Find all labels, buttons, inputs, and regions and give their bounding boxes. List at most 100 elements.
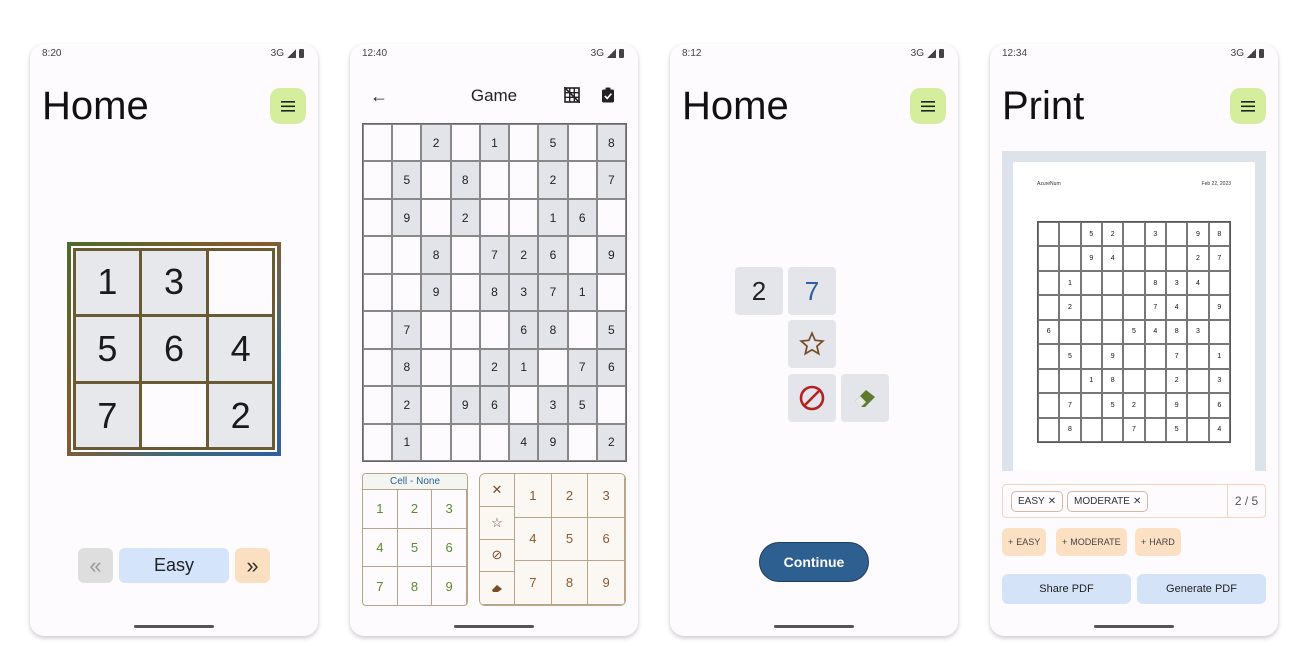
previous-difficulty-button[interactable]: « — [78, 548, 113, 583]
sudoku-cell[interactable] — [509, 386, 539, 424]
sudoku-cell[interactable]: 6 — [538, 236, 568, 274]
sudoku-cell[interactable]: 3 — [509, 273, 539, 312]
note-number-button[interactable]: 5 — [397, 528, 433, 568]
sudoku-cell[interactable] — [509, 124, 539, 162]
note-number-button[interactable]: 9 — [432, 567, 467, 605]
sudoku-cell[interactable] — [363, 198, 393, 237]
mini-grid-cell[interactable] — [205, 247, 276, 318]
sudoku-cell[interactable]: 7 — [567, 348, 597, 387]
mini-grid-cell[interactable]: 5 — [72, 314, 143, 384]
sudoku-cell[interactable] — [392, 273, 422, 312]
sudoku-cell[interactable]: 9 — [538, 423, 568, 461]
sudoku-cell[interactable]: 8 — [421, 236, 451, 274]
sudoku-cell[interactable]: 2 — [479, 348, 510, 387]
note-number-button[interactable]: 3 — [432, 490, 467, 529]
number-button[interactable]: 9 — [588, 561, 625, 605]
sudoku-cell[interactable] — [567, 423, 597, 461]
sudoku-cell[interactable] — [363, 386, 393, 424]
sudoku-cell[interactable] — [509, 198, 539, 237]
difficulty-label[interactable]: Easy — [119, 548, 229, 583]
sudoku-cell[interactable] — [421, 161, 451, 199]
sudoku-cell[interactable] — [421, 423, 451, 461]
number-button[interactable]: 3 — [588, 474, 625, 518]
sudoku-cell[interactable] — [567, 124, 597, 162]
sudoku-cell[interactable] — [567, 161, 597, 199]
note-number-button[interactable]: 1 — [363, 490, 398, 529]
mini-grid-cell[interactable]: 1 — [72, 247, 143, 318]
sudoku-cell[interactable] — [596, 273, 626, 312]
sudoku-cell[interactable]: 8 — [596, 124, 626, 162]
sudoku-cell[interactable] — [363, 273, 393, 312]
sudoku-cell[interactable] — [363, 348, 393, 387]
note-number-button[interactable]: 6 — [432, 528, 467, 568]
sudoku-cell[interactable] — [392, 124, 422, 162]
sudoku-cell[interactable]: 1 — [509, 348, 539, 387]
sudoku-cell[interactable]: 1 — [479, 124, 510, 162]
sudoku-cell[interactable] — [479, 423, 510, 461]
sudoku-cell[interactable]: 7 — [392, 311, 422, 349]
sudoku-cell[interactable] — [363, 311, 393, 349]
grid-off-icon[interactable] — [564, 87, 580, 103]
number-button[interactable]: 2 — [551, 474, 589, 518]
sudoku-cell[interactable]: 9 — [450, 386, 480, 424]
sudoku-cell[interactable]: 6 — [596, 348, 626, 387]
sudoku-cell[interactable]: 5 — [538, 124, 568, 162]
sudoku-cell[interactable]: 7 — [596, 161, 626, 199]
sudoku-cell[interactable]: 3 — [538, 386, 568, 424]
sudoku-cell[interactable]: 2 — [421, 124, 451, 162]
note-number-button[interactable]: 4 — [363, 528, 398, 568]
menu-button[interactable] — [1230, 88, 1266, 124]
sudoku-cell[interactable] — [596, 386, 626, 424]
add-moderate-button[interactable]: + MODERATE — [1056, 528, 1127, 556]
sudoku-cell[interactable] — [363, 423, 393, 461]
sudoku-cell[interactable] — [538, 348, 568, 387]
moderate-chip[interactable]: MODERATE ✕ — [1067, 491, 1149, 512]
number-button[interactable]: 6 — [588, 517, 625, 562]
sudoku-cell[interactable] — [421, 198, 451, 237]
sudoku-cell[interactable] — [421, 311, 451, 349]
add-easy-button[interactable]: + EASY — [1002, 528, 1047, 556]
sudoku-cell[interactable]: 8 — [479, 273, 510, 312]
clear-tool-button[interactable]: ✕ — [480, 474, 514, 507]
sudoku-cell[interactable]: 7 — [538, 273, 568, 312]
sudoku-cell[interactable] — [509, 161, 539, 199]
sudoku-cell[interactable]: 8 — [538, 311, 568, 349]
sudoku-cell[interactable] — [363, 236, 393, 274]
sudoku-cell[interactable] — [363, 161, 393, 199]
sudoku-cell[interactable]: 2 — [392, 386, 422, 424]
sudoku-cell[interactable] — [450, 124, 480, 162]
sudoku-cell[interactable] — [479, 198, 510, 237]
sudoku-cell[interactable]: 9 — [392, 198, 422, 237]
sudoku-cell[interactable] — [450, 348, 480, 387]
sudoku-cell[interactable]: 4 — [509, 423, 539, 461]
sudoku-cell[interactable] — [450, 311, 480, 349]
mini-sudoku-logo[interactable]: 1356472 — [67, 242, 281, 456]
sudoku-cell[interactable]: 8 — [392, 348, 422, 387]
sudoku-cell[interactable]: 5 — [392, 161, 422, 199]
sudoku-cell[interactable] — [596, 198, 626, 237]
number-button[interactable]: 5 — [551, 517, 589, 562]
erase-tool-button[interactable] — [480, 572, 514, 605]
sudoku-cell[interactable]: 1 — [567, 273, 597, 312]
sudoku-cell[interactable] — [363, 124, 393, 162]
menu-button[interactable] — [270, 88, 306, 124]
clipboard-check-icon[interactable] — [600, 87, 616, 103]
mini-grid-cell[interactable]: 3 — [139, 247, 209, 318]
sudoku-cell[interactable] — [567, 236, 597, 274]
share-pdf-button[interactable]: Share PDF — [1002, 574, 1131, 604]
sudoku-cell[interactable]: 5 — [596, 311, 626, 349]
easy-chip[interactable]: EASY ✕ — [1011, 491, 1064, 512]
sudoku-cell[interactable] — [450, 273, 480, 312]
sudoku-cell[interactable] — [450, 236, 480, 274]
sudoku-cell[interactable] — [392, 236, 422, 274]
sudoku-cell[interactable] — [421, 386, 451, 424]
add-hard-button[interactable]: + HARD — [1135, 528, 1181, 556]
sudoku-cell[interactable]: 6 — [479, 386, 510, 424]
number-button[interactable]: 8 — [551, 561, 589, 605]
sudoku-cell[interactable]: 9 — [421, 273, 451, 312]
pdf-preview[interactable]: AzureNum Feb 22, 2023 523989427183427496… — [1002, 151, 1266, 471]
sudoku-cell[interactable] — [450, 423, 480, 461]
mini-grid-cell[interactable] — [139, 380, 209, 451]
menu-button[interactable] — [910, 88, 946, 124]
note-number-button[interactable]: 2 — [397, 490, 433, 529]
